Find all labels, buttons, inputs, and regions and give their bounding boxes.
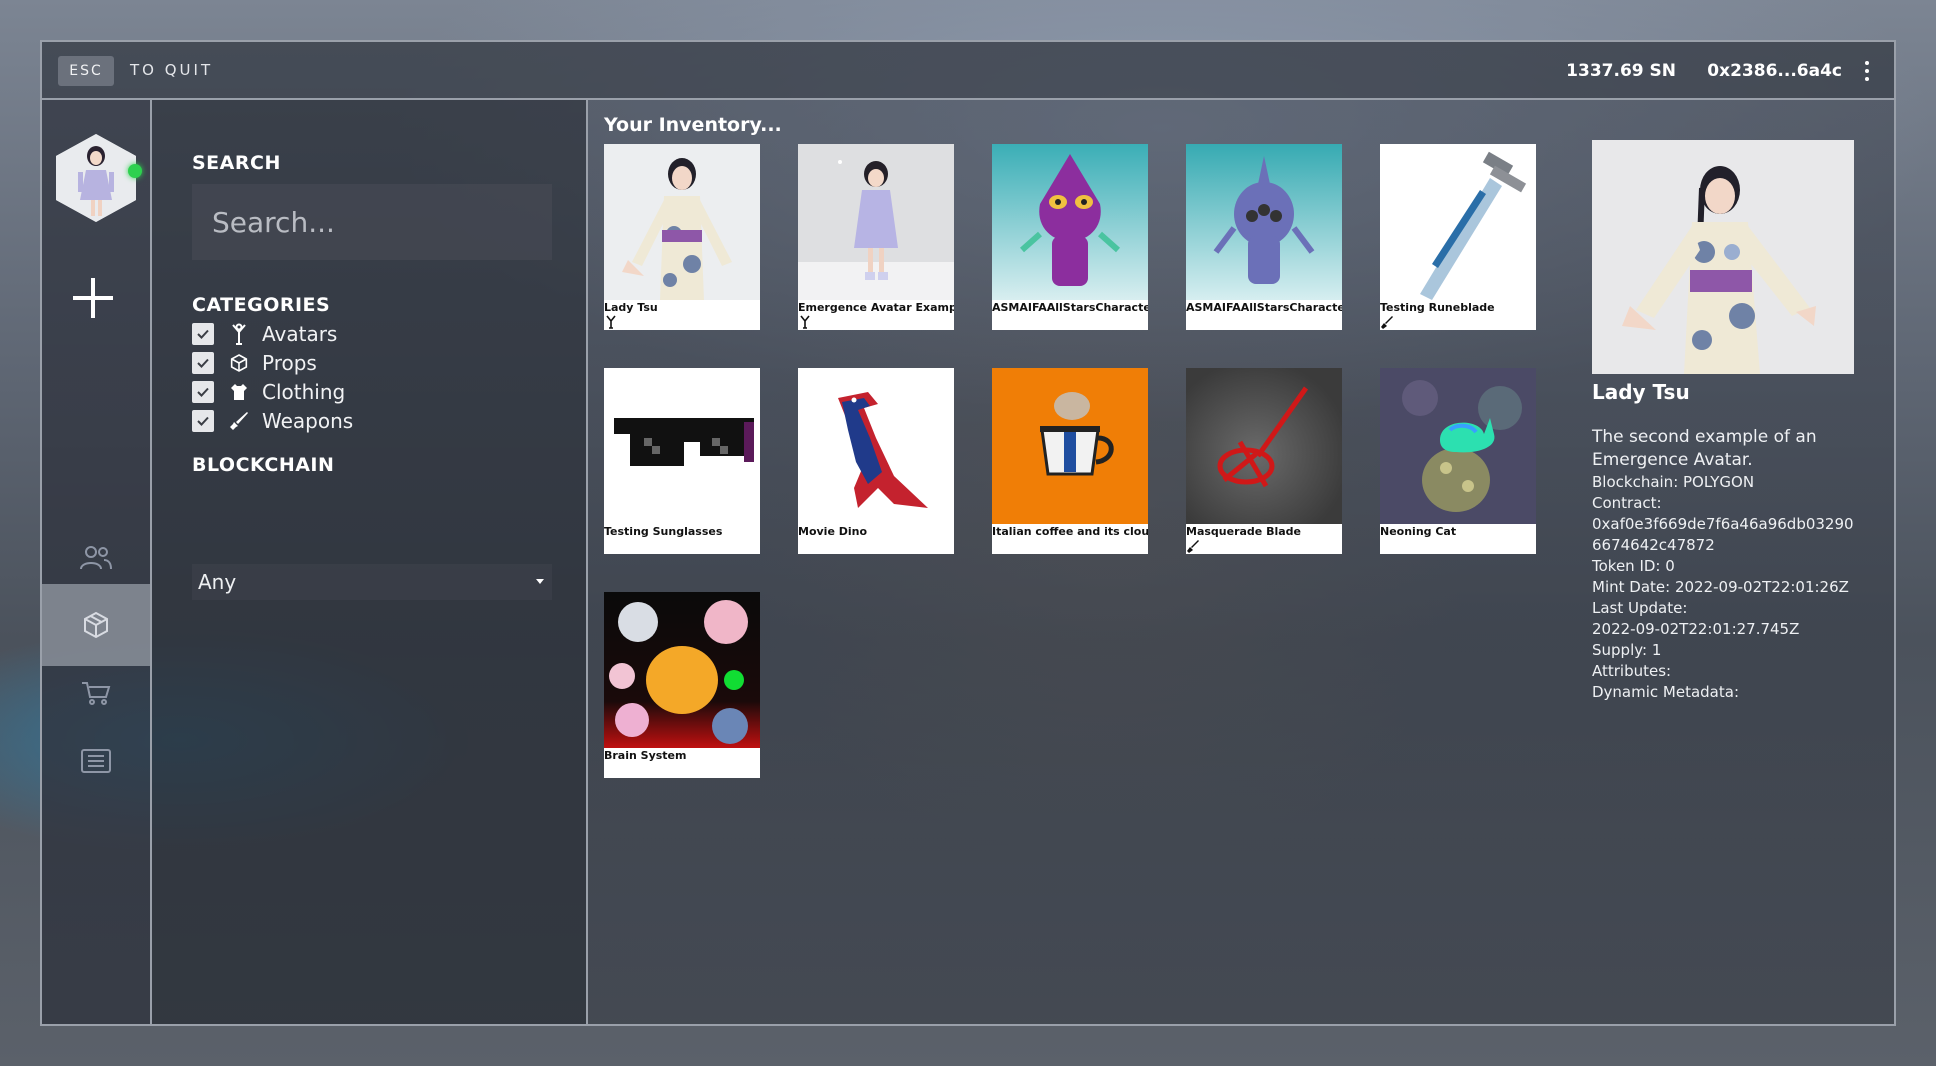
item-card[interactable]: Testing Sunglasses [604, 368, 760, 554]
attributes-label: Attributes: [1592, 662, 1672, 680]
item-name: Lady Tsu [604, 301, 658, 314]
checkbox[interactable] [192, 323, 214, 345]
item-detail-name: Lady Tsu [1592, 380, 1690, 404]
item-name: Masquerade Blade [1186, 525, 1302, 538]
item-thumbnail [992, 144, 1148, 300]
filters-panel: SEARCH Search... CATEGORIES Avatars Prop… [152, 100, 588, 1024]
item-thumbnail [1380, 144, 1536, 300]
online-status-indicator [128, 164, 142, 178]
balance-display: 1337.69 SN [1566, 61, 1676, 81]
item-name: Italian coffee and its cloud [992, 525, 1148, 538]
item-card[interactable]: Movie Dino [798, 368, 954, 554]
category-clothing[interactable]: Clothing [192, 377, 345, 407]
mint-date: Mint Date: 2022-09-02T22:01:26Z [1592, 578, 1849, 596]
item-name: Neoning Cat [1380, 525, 1457, 538]
contract-label: Contract: [1592, 494, 1662, 512]
item-card[interactable]: Testing Runeblade [1380, 144, 1536, 330]
item-thumbnail [992, 368, 1148, 524]
avatar-icon [800, 315, 810, 329]
item-card[interactable]: ASMAIFAAllStarsCharacter #3157 [992, 144, 1148, 330]
item-name: Brain System [604, 749, 687, 762]
more-options-icon[interactable] [1864, 61, 1870, 81]
quit-hint: TO QUIT [130, 61, 214, 79]
item-card[interactable]: Emergence Avatar Example A [798, 144, 954, 330]
top-bar: ESC TO QUIT 1337.69 SN 0x2386...6a4c [42, 42, 1894, 100]
side-rail [42, 100, 152, 1024]
dynamic-metadata-label: Dynamic Metadata: [1592, 683, 1740, 701]
avatar-icon [606, 315, 616, 329]
item-card[interactable]: Masquerade Blade [1186, 368, 1342, 554]
category-label: Avatars [262, 322, 338, 346]
item-name: Testing Runeblade [1380, 301, 1495, 314]
item-preview-image [1592, 140, 1854, 374]
sword-icon [228, 410, 250, 432]
item-description: The second example of an Emergence Avata… [1592, 427, 1817, 470]
sword-icon [1381, 316, 1393, 329]
item-thumbnail [1380, 368, 1536, 524]
inventory-title: Your Inventory... [604, 114, 782, 136]
avatar[interactable] [56, 134, 136, 222]
checkbox[interactable] [192, 352, 214, 374]
wallet-address[interactable]: 0x2386...6a4c [1707, 61, 1842, 81]
checkbox[interactable] [192, 381, 214, 403]
search-title: SEARCH [192, 152, 281, 174]
item-card[interactable]: Brain System [604, 592, 760, 778]
item-details-panel: Lady Tsu The second example of an Emerge… [1592, 140, 1892, 703]
item-name: ASMAIFAAllStarsCharacter #2395 [1186, 301, 1342, 314]
item-name: Movie Dino [798, 525, 868, 538]
category-avatars[interactable]: Avatars [192, 319, 337, 349]
chevron-down-icon [536, 579, 544, 584]
token-id: Token ID: 0 [1592, 557, 1675, 575]
shirt-icon [228, 381, 250, 403]
item-thumbnail [1186, 144, 1342, 300]
item-card[interactable]: Neoning Cat [1380, 368, 1536, 554]
list-icon[interactable] [42, 720, 150, 802]
blockchain-select[interactable]: Any [192, 564, 552, 600]
last-update-value: 2022-09-02T22:01:27.745Z [1592, 620, 1800, 638]
item-thumbnail [604, 144, 760, 300]
blockchain-info: Blockchain: POLYGON [1592, 473, 1755, 491]
item-name: Emergence Avatar Example A [798, 301, 954, 314]
item-thumbnail [604, 368, 760, 524]
category-label: Props [262, 351, 317, 375]
contract-address: 0xaf0e3f669de7f6a46a96db032906674642c478… [1592, 515, 1854, 554]
item-name: ASMAIFAAllStarsCharacter #3157 [992, 301, 1148, 314]
category-weapons[interactable]: Weapons [192, 406, 353, 436]
checkbox[interactable] [192, 410, 214, 432]
item-thumbnail [798, 368, 954, 524]
category-props[interactable]: Props [192, 348, 317, 378]
item-thumbnail [798, 144, 954, 300]
esc-key-badge: ESC [58, 56, 114, 86]
search-input[interactable]: Search... [192, 184, 552, 260]
item-card[interactable]: Lady Tsu [604, 144, 760, 330]
sword-icon [1187, 540, 1199, 553]
blockchain-title: BLOCKCHAIN [192, 454, 335, 476]
item-card[interactable]: ASMAIFAAllStarsCharacter #2395 [1186, 144, 1342, 330]
item-card[interactable]: Italian coffee and its cloud [992, 368, 1148, 554]
categories-title: CATEGORIES [192, 294, 331, 316]
category-label: Weapons [262, 409, 354, 433]
avatar-icon [228, 323, 250, 345]
item-thumbnail [604, 592, 760, 748]
category-label: Clothing [262, 380, 346, 404]
last-update-label: Last Update: [1592, 599, 1688, 617]
blockchain-select-value: Any [198, 570, 237, 594]
item-thumbnail [1186, 368, 1342, 524]
inventory-window: ESC TO QUIT 1337.69 SN 0x2386...6a4c SEA… [40, 40, 1896, 1026]
supply: Supply: 1 [1592, 641, 1662, 659]
cube-icon [228, 352, 250, 374]
item-name: Testing Sunglasses [604, 525, 723, 538]
plus-icon[interactable] [73, 278, 113, 318]
